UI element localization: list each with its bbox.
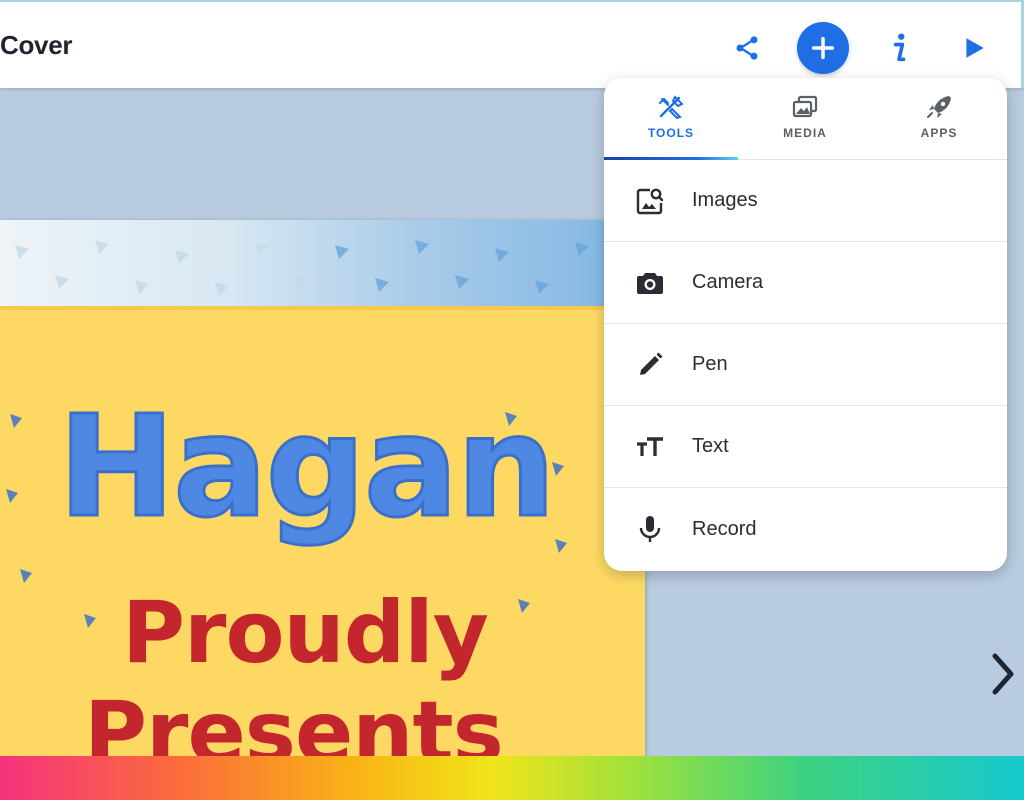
tab-media-label: MEDIA bbox=[783, 126, 827, 140]
play-button[interactable] bbox=[948, 22, 1000, 74]
text-size-icon bbox=[637, 436, 663, 456]
menu-tabs: TOOLS MEDIA APPS bbox=[604, 78, 1007, 160]
menu-item-pen[interactable]: Pen bbox=[604, 324, 1007, 406]
share-icon bbox=[736, 36, 758, 60]
add-content-menu: TOOLS MEDIA APPS Images Camera Pen Text … bbox=[604, 78, 1007, 571]
menu-item-camera[interactable]: Camera bbox=[604, 242, 1007, 324]
cover-title: Hagan bbox=[57, 386, 558, 549]
cover-subtitle-line1: Proudly bbox=[122, 583, 489, 683]
info-button[interactable] bbox=[873, 22, 925, 74]
image-search-icon bbox=[636, 188, 664, 214]
page-title: Cover bbox=[0, 30, 73, 60]
chevron-right-icon bbox=[992, 653, 1014, 695]
media-icon bbox=[792, 95, 818, 118]
microphone-icon bbox=[639, 516, 661, 542]
menu-item-images-label: Images bbox=[692, 189, 758, 211]
menu-item-camera-label: Camera bbox=[692, 271, 764, 293]
menu-item-pen-label: Pen bbox=[692, 353, 728, 375]
share-button[interactable] bbox=[721, 22, 773, 74]
tab-apps-label: APPS bbox=[920, 126, 958, 140]
camera-icon bbox=[637, 272, 663, 294]
next-page-button[interactable] bbox=[982, 650, 1022, 698]
menu-item-images[interactable]: Images bbox=[604, 160, 1007, 242]
active-tab-indicator bbox=[604, 157, 738, 160]
play-icon bbox=[966, 38, 984, 58]
info-icon bbox=[893, 33, 906, 62]
tab-media[interactable]: MEDIA bbox=[738, 78, 872, 160]
add-icon bbox=[811, 36, 835, 60]
cover-decorative-band bbox=[0, 220, 645, 310]
menu-item-record[interactable]: Record bbox=[604, 488, 1007, 570]
tab-tools-label: TOOLS bbox=[647, 126, 695, 140]
menu-item-text[interactable]: Text bbox=[604, 406, 1007, 488]
rocket-icon bbox=[927, 96, 951, 118]
tools-icon bbox=[659, 95, 684, 120]
add-button[interactable] bbox=[797, 22, 849, 74]
tab-tools[interactable]: TOOLS bbox=[604, 78, 738, 160]
tab-apps[interactable]: APPS bbox=[872, 78, 1006, 160]
menu-item-record-label: Record bbox=[692, 517, 757, 540]
menu-item-text-label: Text bbox=[692, 435, 729, 457]
rainbow-footer-bar bbox=[0, 756, 1024, 800]
pen-icon bbox=[640, 352, 663, 375]
top-bar: Cover bbox=[0, 0, 1024, 88]
book-cover-page[interactable]: Hagan Proudly Presents bbox=[0, 220, 645, 780]
